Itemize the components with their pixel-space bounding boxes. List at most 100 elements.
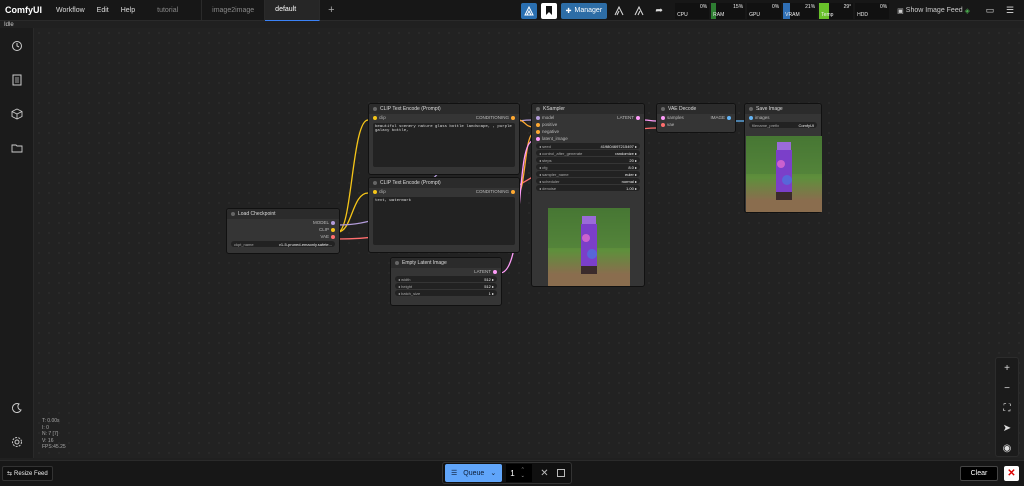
node-clip-text-encode-negative[interactable]: CLIP Text Encode (Prompt) clip CONDITION… [368, 177, 520, 253]
tab-default[interactable]: default [265, 0, 321, 21]
model-library-icon[interactable] [520, 2, 537, 19]
vae-output-socket[interactable] [331, 234, 335, 239]
sampler-name-widget[interactable]: ◂ sampler_name euler ▸ [536, 171, 640, 177]
resize-feed-button[interactable]: ⇆ Resize Feed [2, 466, 53, 481]
node-save-image[interactable]: Save Image images filename_prefix ComfyUI [744, 103, 822, 213]
close-feed-icon[interactable]: ✕ [1004, 466, 1019, 481]
pin-icon: ◈ [964, 7, 970, 15]
app-root: ComfyUI Workflow Edit Help tutorial imag… [0, 0, 1024, 486]
toggle-links-icon[interactable]: ◉ [996, 438, 1018, 458]
canvas-controls: + − ⛶ ➤ ◉ [995, 357, 1019, 457]
height-widget[interactable]: ◂ height 512 ▸ [395, 283, 497, 289]
conditioning-output-socket[interactable] [511, 115, 515, 120]
share-arrow-icon[interactable]: ➦ [651, 3, 667, 19]
bottle-image [746, 136, 822, 212]
ksampler-preview-image [548, 208, 630, 286]
cfg-widget[interactable]: ◂ cfg 8.0 ▸ [536, 164, 640, 170]
node-vae-decode[interactable]: VAE Decode samples IMAGE vae [656, 103, 736, 133]
model-input-socket[interactable] [536, 115, 540, 120]
image-output-socket[interactable] [727, 115, 731, 120]
steps-widget[interactable]: ◂ steps 20 ▸ [536, 157, 640, 163]
node-ksampler[interactable]: KSampler model LATENT positive negative … [531, 103, 645, 287]
tab-tutorial[interactable]: tutorial [147, 0, 203, 21]
monitor-cpu: CPU 0% [675, 2, 710, 19]
saved-image-preview [746, 136, 822, 212]
monitor-gpu: GPU 0% [747, 2, 782, 19]
fit-view-icon[interactable]: ⛶ [996, 398, 1018, 418]
batch-size-widget[interactable]: ◂ batch_size 1 ▸ [395, 290, 497, 296]
seed-widget[interactable]: ◂ seed 419804697215497 ▸ [536, 143, 640, 149]
stop-icon[interactable] [556, 469, 565, 477]
toggle-bottom-panel-icon[interactable]: ▭ [982, 3, 998, 19]
monitor-hdd: HDD 0% [855, 2, 890, 19]
graph-canvas[interactable] [34, 28, 1024, 458]
folder-icon[interactable] [9, 140, 25, 156]
vae-input-socket[interactable] [661, 122, 665, 127]
scheduler-widget[interactable]: ◂ scheduler normal ▸ [536, 178, 640, 184]
queue-list-icon[interactable] [9, 72, 25, 88]
top-bar: ComfyUI Workflow Edit Help tutorial imag… [0, 0, 1024, 21]
menu-workflow[interactable]: Workflow [50, 7, 91, 14]
puzzle-icon: ✚ [565, 7, 572, 15]
negative-input-socket[interactable] [536, 129, 540, 134]
workflow-share-icon[interactable] [631, 3, 647, 19]
clip-input-socket[interactable] [373, 189, 377, 194]
monitor-temp: Temp 29° [819, 2, 854, 19]
image-feed-icon: ▣ [897, 7, 904, 15]
positive-prompt-textarea[interactable]: beautiful scenery nature glass bottle la… [373, 123, 515, 167]
menu-hamburger-icon[interactable]: ☰ [1002, 3, 1018, 19]
node-title: Load Checkpoint [238, 211, 276, 217]
resource-monitor: CPU 0% RAM 15% GPU 0% VRAM 21% Temp 29° HDD 0% [675, 2, 890, 19]
queue-controls: ☰ Queue ⌄ 1 ⌃ ⌄ ✕ [442, 462, 572, 484]
latent-output-socket[interactable] [493, 269, 497, 274]
menu-edit[interactable]: Edit [91, 7, 115, 14]
resize-icon: ⇆ [7, 471, 13, 477]
bookmark-icon[interactable] [540, 2, 557, 19]
gear-icon[interactable] [9, 434, 25, 450]
queue-list-icon: ☰ [451, 470, 458, 477]
select-mode-icon[interactable]: ➤ [996, 418, 1018, 438]
model-output-socket[interactable] [331, 220, 335, 225]
history-icon[interactable] [9, 38, 25, 54]
manager-button[interactable]: ✚ Manager [560, 2, 608, 19]
latent-image-input-socket[interactable] [536, 136, 540, 141]
node-clip-text-encode-positive[interactable]: CLIP Text Encode (Prompt) clip CONDITION… [368, 103, 520, 175]
add-tab-button[interactable]: + [320, 0, 342, 21]
monitor-ram: RAM 15% [711, 2, 746, 19]
chevron-down-icon[interactable]: ⌄ [490, 469, 496, 477]
app-logo: ComfyUI [5, 5, 43, 15]
width-widget[interactable]: ◂ width 512 ▸ [395, 276, 497, 282]
clip-output-socket[interactable] [331, 227, 335, 232]
positive-input-socket[interactable] [536, 122, 540, 127]
zoom-out-icon[interactable]: − [996, 378, 1018, 398]
node-share-icon[interactable] [611, 3, 627, 19]
queue-count-input[interactable]: 1 ⌃ ⌄ [506, 464, 533, 482]
bottle-image [548, 208, 630, 286]
images-input-socket[interactable] [749, 115, 753, 120]
latent-output-socket[interactable] [636, 115, 640, 120]
queue-button[interactable]: ☰ Queue ⌄ [445, 464, 503, 482]
moon-icon[interactable] [9, 400, 25, 416]
menu-help[interactable]: Help [115, 7, 141, 14]
clip-input-socket[interactable] [373, 115, 377, 120]
clear-feed-button[interactable]: Clear [960, 466, 998, 481]
samples-input-socket[interactable] [661, 115, 665, 120]
cancel-icon[interactable]: ✕ [540, 468, 548, 479]
filename-prefix-widget[interactable]: filename_prefix ComfyUI [749, 122, 817, 128]
workflow-tabs: tutorial image2image default + [147, 0, 342, 21]
show-image-feed-button[interactable]: ▣ Show Image Feed ◈ [897, 7, 970, 15]
denoise-widget[interactable]: ◂ denoise 1.00 ▸ [536, 185, 640, 191]
conditioning-output-socket[interactable] [511, 189, 515, 194]
cube-icon[interactable] [9, 106, 25, 122]
node-empty-latent-image[interactable]: Empty Latent Image LATENT ◂ width 512 ▸ ◂… [390, 257, 502, 306]
zoom-in-icon[interactable]: + [996, 358, 1018, 378]
negative-prompt-textarea[interactable]: text, watermark [373, 197, 515, 245]
sidebar [0, 28, 34, 458]
render-stats: T: 0.00s I: 0 N: 7 [7] V: 16 FPS:45.25 [42, 418, 66, 450]
control-after-generate-widget[interactable]: ◂ control_after_generate randomize ▸ [536, 150, 640, 156]
ckpt-name-widget[interactable]: ckpt_name v1-5-pruned-emaonly.safete... [231, 241, 335, 247]
toolbar-right: ✚ Manager ➦ CPU 0% RAM 15% GPU 0% VRAM 21% T… [520, 0, 1024, 21]
tab-image2image[interactable]: image2image [202, 0, 266, 21]
node-load-checkpoint[interactable]: Load Checkpoint MODEL CLIP VAE ckpt_name… [226, 208, 340, 254]
monitor-vram: VRAM 21% [783, 2, 818, 19]
